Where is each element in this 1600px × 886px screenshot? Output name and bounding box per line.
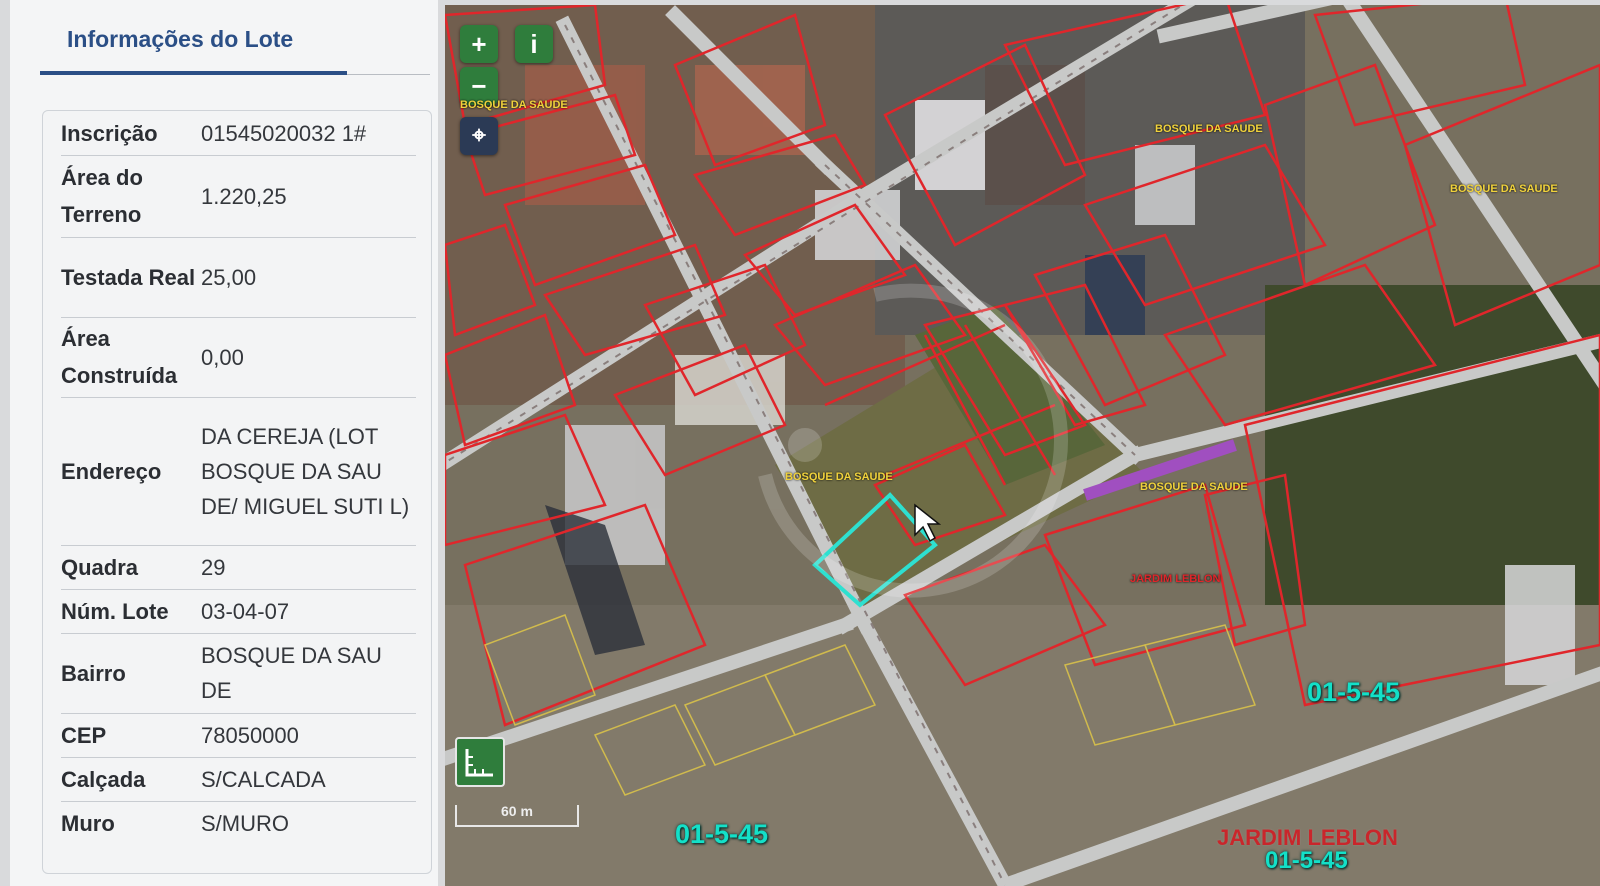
row-value: 29	[201, 554, 226, 580]
row-label: CEP	[61, 722, 107, 748]
zoom-in-button[interactable]: +	[460, 25, 498, 63]
row-value: 03-04-07	[201, 598, 290, 624]
row-value: 0,00	[201, 344, 244, 370]
row-value: BOSQUE DA SAU DE	[201, 643, 382, 703]
row-value: 25,00	[201, 264, 257, 290]
row-testada-real: Testada Real 25,00	[61, 237, 416, 318]
aerial-map[interactable]: + − i ⌖ 60 m 01-5-45 01-5-45 01-5-45 BOS…	[445, 5, 1600, 886]
row-label: Testada Real	[61, 264, 196, 290]
row-bairro: Bairro BOSQUE DA SAU DE	[61, 633, 416, 714]
bairro-label: BOSQUE DA SAUDE	[785, 471, 893, 483]
neighborhood-label: JARDIM LEBLON	[1217, 825, 1398, 850]
row-cep: CEP 78050000	[61, 713, 416, 758]
map-canvas[interactable]	[445, 5, 1600, 886]
row-label: Área Construída	[61, 326, 178, 388]
row-area-terreno: Área do Terreno 1.220,25	[61, 155, 416, 238]
active-tab-underline	[40, 71, 347, 75]
panel-title: Informações do Lote	[67, 26, 294, 52]
row-muro: Muro S/MURO	[61, 801, 416, 845]
locate-button[interactable]: ⌖	[460, 117, 498, 155]
row-endereco: Endereço DA CEREJA (LOT BOSQUE DA SAU DE…	[61, 397, 416, 546]
bairro-label: BOSQUE DA SAUDE	[1140, 481, 1248, 493]
bairro-label: BOSQUE DA SAUDE	[1450, 183, 1558, 195]
quadra-label: 01-5-45	[675, 819, 769, 849]
info-button[interactable]: i	[515, 25, 553, 63]
row-label: Núm. Lote	[61, 598, 169, 624]
row-calcada: Calçada S/CALCADA	[61, 757, 416, 802]
row-quadra: Quadra 29	[61, 545, 416, 590]
row-num-lote: Núm. Lote 03-04-07	[61, 589, 416, 634]
row-label: Área do Terreno	[61, 165, 143, 227]
row-value: DA CEREJA (LOT BOSQUE DA SAU DE/ MIGUEL …	[201, 423, 410, 519]
row-inscricao: Inscrição 01545020032 1#	[61, 111, 416, 156]
bairro-label: BOSQUE DA SAUDE	[1155, 123, 1263, 135]
row-value: S/CALCADA	[201, 766, 326, 792]
row-area-construida: Área Construída 0,00	[61, 317, 416, 398]
row-label: Inscrição	[61, 120, 158, 146]
bairro-label: JARDIM LEBLON	[1130, 573, 1221, 585]
quadra-label: 01-5-45	[1307, 677, 1401, 707]
row-label: Muro	[61, 810, 115, 836]
scale-label: 60 m	[501, 803, 533, 819]
row-label: Calçada	[61, 766, 146, 792]
row-value: 01545020032 1#	[201, 120, 367, 146]
row-label: Bairro	[61, 660, 126, 686]
lot-info-table: Inscrição 01545020032 1# Área do Terreno…	[42, 110, 432, 874]
ruler-icon	[465, 749, 493, 777]
lot-info-panel: Informações do Lote Inscrição 0154502003…	[10, 0, 438, 886]
quadra-label: 01-5-45	[1265, 847, 1348, 874]
row-value: S/MURO	[201, 810, 289, 836]
scale-bar: 60 m	[455, 803, 579, 827]
row-value: 78050000	[201, 722, 299, 748]
row-label: Quadra	[61, 554, 139, 580]
measure-tool-button[interactable]	[455, 737, 505, 787]
row-value: 1.220,25	[201, 183, 287, 209]
bairro-label: BOSQUE DA SAUDE	[460, 99, 568, 111]
row-label: Endereço	[61, 458, 162, 484]
